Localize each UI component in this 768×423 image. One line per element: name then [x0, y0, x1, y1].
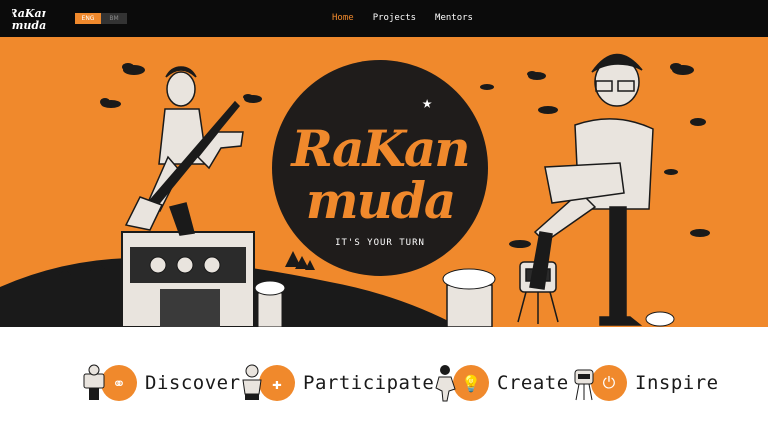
- top-navigation-bar: RaKan muda ENG BM Home Projects Mentors: [0, 0, 768, 37]
- hero-tagline: IT'S YOUR TURN: [335, 238, 425, 248]
- feature-label-create: Create: [497, 372, 569, 394]
- create-character-icon: [433, 364, 459, 402]
- hero-banner: RaKan muda ★ IT'S YOUR TURN: [0, 37, 768, 327]
- logo-mark: RaKan muda: [7, 7, 49, 32]
- site-logo[interactable]: RaKan muda: [7, 5, 49, 33]
- features-section: ⚭ Discover ✚ Participate 💡 Create ⏻ Insp…: [0, 327, 768, 423]
- feature-label-participate: Participate: [303, 372, 435, 394]
- star-icon: ★: [422, 93, 433, 113]
- feature-label-discover: Discover: [145, 372, 241, 394]
- main-nav: Home Projects Mentors: [332, 12, 473, 24]
- language-switcher: ENG BM: [75, 13, 127, 24]
- discover-character-icon: [81, 364, 107, 402]
- brand-logo: RaKan muda: [289, 119, 470, 230]
- nav-projects-link[interactable]: Projects: [373, 12, 416, 24]
- language-bm-button[interactable]: BM: [101, 13, 127, 24]
- svg-text:RaKan: RaKan: [289, 119, 468, 178]
- guitarist-illustration: [124, 66, 244, 236]
- feature-discover[interactable]: ⚭ Discover: [81, 363, 241, 403]
- svg-text:muda: muda: [12, 19, 46, 32]
- feature-participate[interactable]: ✚ Participate: [239, 363, 434, 403]
- language-eng-button[interactable]: ENG: [75, 13, 101, 24]
- amplifier-illustration: [121, 231, 255, 327]
- nav-mentors-link[interactable]: Mentors: [435, 12, 473, 24]
- feature-inspire[interactable]: ⏻ Inspire: [571, 363, 719, 403]
- feature-label-inspire: Inspire: [635, 372, 719, 394]
- inspire-character-icon: [571, 364, 597, 402]
- feature-create[interactable]: 💡 Create: [433, 363, 569, 403]
- nav-home-link[interactable]: Home: [332, 12, 354, 24]
- brand-badge: RaKan muda ★ IT'S YOUR TURN: [272, 60, 488, 276]
- svg-text:muda: muda: [306, 171, 455, 230]
- participate-character-icon: [239, 364, 265, 402]
